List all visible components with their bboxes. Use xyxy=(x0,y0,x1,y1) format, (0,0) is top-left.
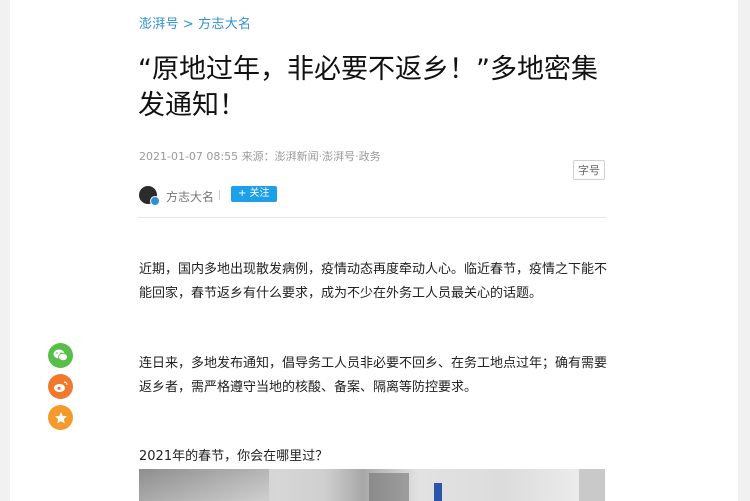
author-name[interactable]: 方志大名 xyxy=(166,188,214,205)
breadcrumb-section-link[interactable]: 方志大名 xyxy=(198,13,251,32)
breadcrumb-separator: > xyxy=(182,17,195,32)
font-size-button[interactable]: 字号 xyxy=(573,160,605,180)
article-photo xyxy=(139,469,605,501)
article-title: “原地过年，非必要不返乡！”多地密集发通知！ xyxy=(138,54,598,121)
paragraph: 连日来，多地发布通知，倡导务工人员非必要不回乡、在务工地点过年；确有需要返乡者，… xyxy=(139,356,608,395)
favorite-button[interactable] xyxy=(48,405,73,430)
article-meta: 2021-01-07 08:55 来源：澎湃新闻·澎湃号·政务 xyxy=(139,148,381,164)
verified-badge-icon xyxy=(150,196,160,206)
weibo-icon xyxy=(54,381,68,392)
weibo-share-button[interactable] xyxy=(48,374,73,399)
breadcrumb: 澎湃号 > 方志大名 xyxy=(139,13,251,32)
follow-button[interactable]: + 关注 xyxy=(231,186,277,202)
article-page: 澎湃号 > 方志大名 “原地过年，非必要不返乡！”多地密集发通知！ 2021-01-… xyxy=(10,0,738,501)
divider xyxy=(219,190,220,200)
paragraph: 近期，国内多地出现散发病例，疫情动态再度牵动人心。临近春节，疫情之下能不能回家，… xyxy=(139,262,608,301)
avatar[interactable] xyxy=(139,186,160,206)
wechat-share-button[interactable] xyxy=(48,343,73,368)
breadcrumb-channel-link[interactable]: 澎湃号 xyxy=(139,13,179,32)
paragraph: 2021年的春节，你会在哪里过？ xyxy=(139,449,329,464)
author-row: 方志大名 + 关注 xyxy=(138,185,606,218)
wechat-icon xyxy=(53,349,68,362)
star-icon xyxy=(54,411,67,423)
publish-date: 2021-01-07 08:55 xyxy=(139,150,239,163)
article-source: 来源：澎湃新闻·澎湃号·政务 xyxy=(241,150,381,163)
